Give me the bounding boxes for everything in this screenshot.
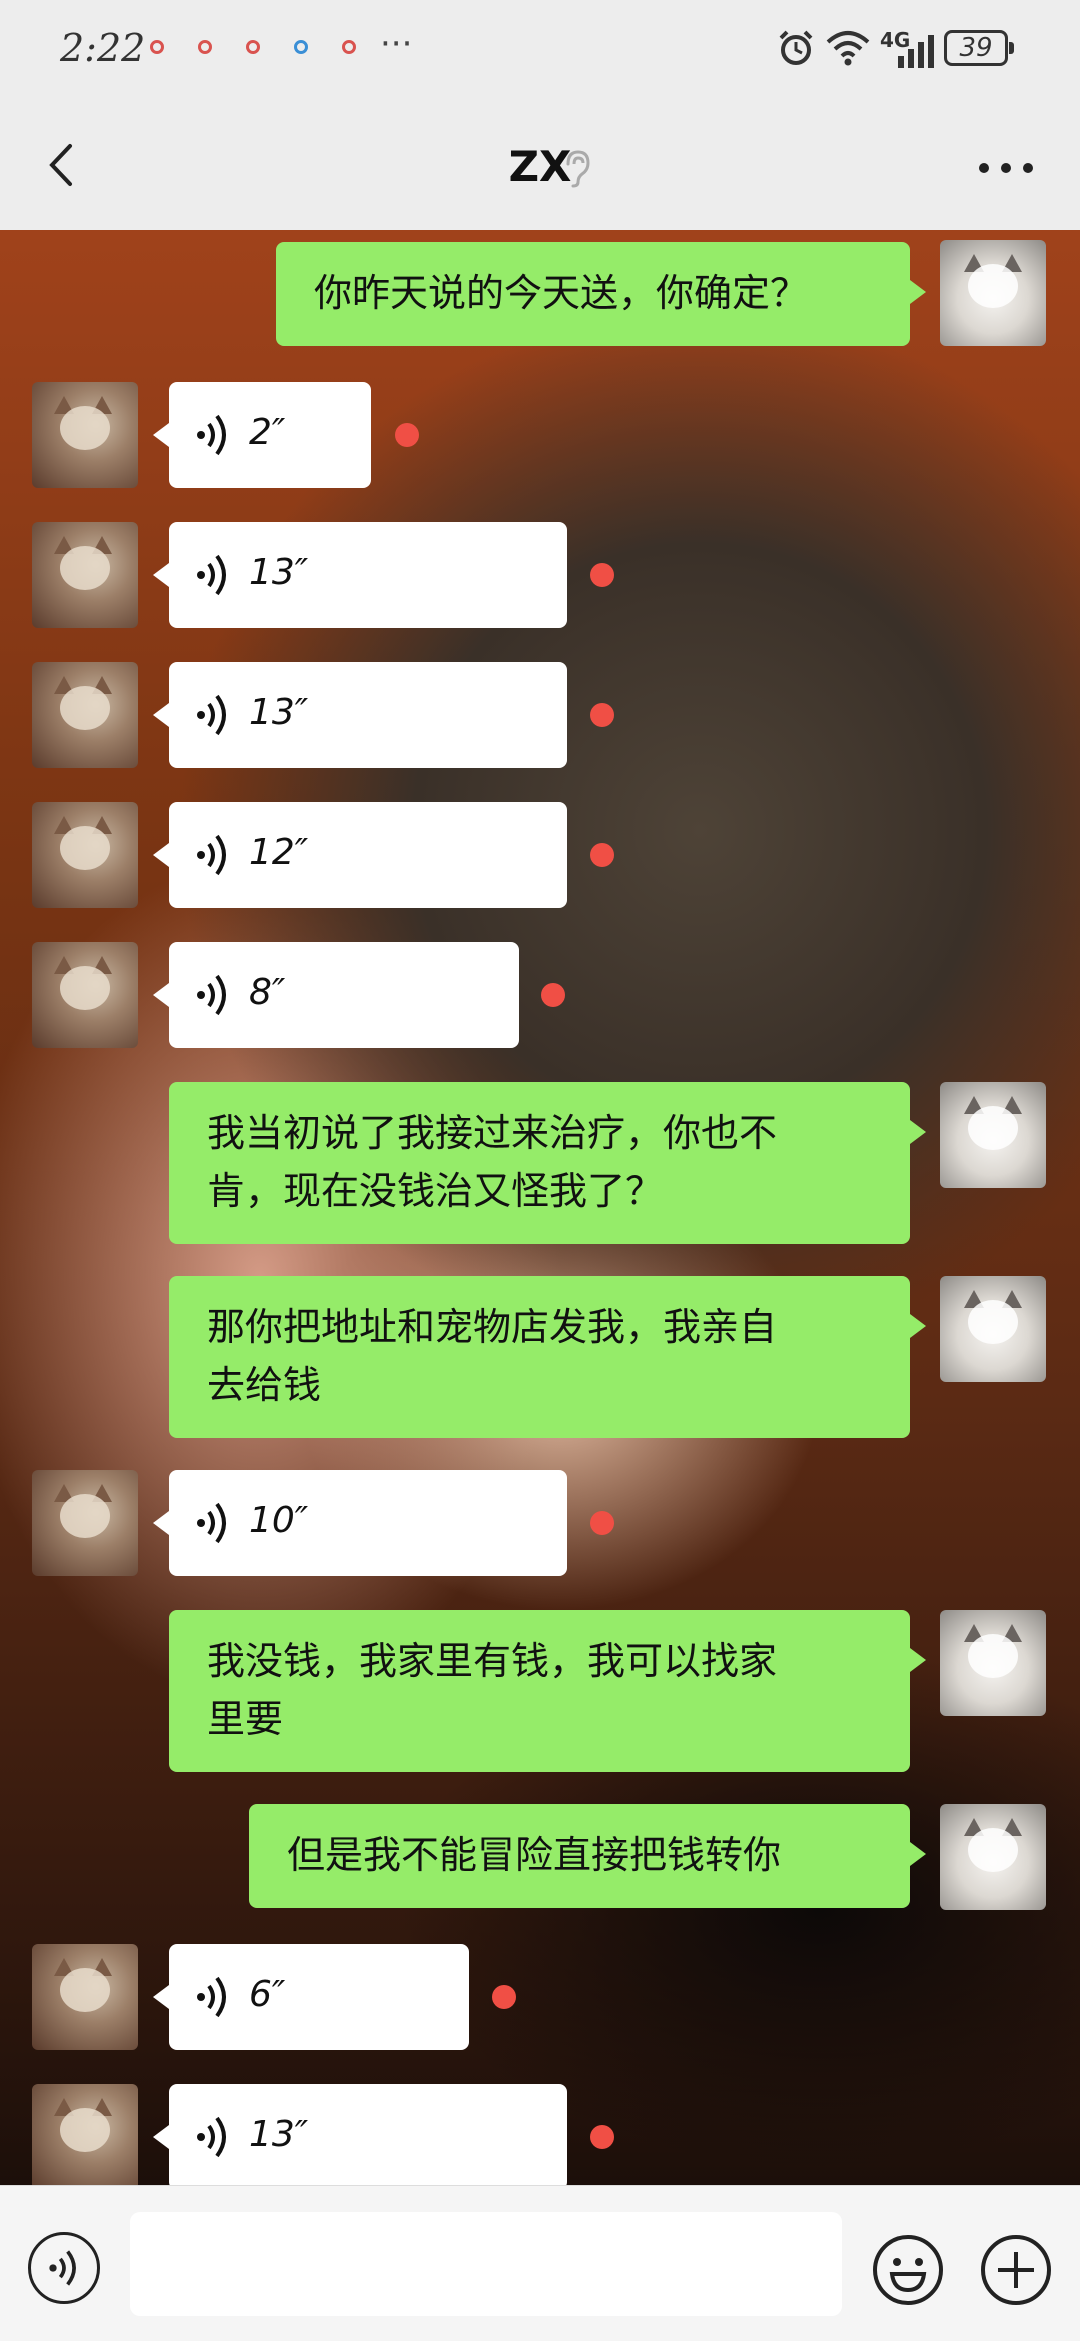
my-text-message[interactable]: 我当初说了我接过来治疗，你也不 肯，现在没钱治又怪我了？ [169,1082,926,1244]
contact-avatar[interactable] [32,802,138,908]
message-input[interactable] [130,2212,842,2316]
voice-wave-icon [197,2116,226,2158]
voice-duration: 6″ [249,1974,286,2015]
unread-dot [590,703,614,727]
voice-duration: 8″ [249,972,286,1013]
wifi-icon [826,31,870,66]
voice-duration: 13″ [249,2114,309,2155]
my-avatar[interactable] [940,1082,1046,1188]
my-text-message[interactable]: 但是我不能冒险直接把钱转你 [249,1804,926,1908]
voice-message[interactable]: 13″ [153,662,567,768]
plus-button[interactable] [978,2232,1054,2308]
voice-wave-icon [197,1502,226,1544]
contact-avatar[interactable] [32,662,138,768]
more-options-button[interactable] [976,158,1036,178]
status-time: 2:22 [60,26,146,70]
message-text-line: 那你把地址和宠物店发我，我亲自 [207,1305,778,1349]
chat-title: ZX [508,142,572,191]
ear-icon [566,150,590,188]
chat-header: ZX [0,100,1080,230]
contact-avatar[interactable] [32,942,138,1048]
voice-message[interactable]: 13″ [153,2084,567,2185]
my-avatar[interactable] [940,1276,1046,1382]
unread-dot [541,983,565,1007]
message-text-line: 肯，现在没钱治又怪我了？ [207,1169,664,1213]
my-text-message[interactable]: 我没钱，我家里有钱，我可以找家 里要 [169,1610,926,1772]
my-avatar[interactable] [940,240,1046,346]
unread-dot [395,423,419,447]
voice-message[interactable]: 8″ [153,942,519,1048]
contact-avatar[interactable] [32,522,138,628]
input-bar [0,2185,1080,2341]
alarm-icon [779,30,813,65]
notification-icon [198,40,212,54]
voice-wave-icon [197,414,226,456]
voice-message[interactable]: 10″ [153,1470,567,1576]
unread-dot [590,2125,614,2149]
my-avatar[interactable] [940,1804,1046,1910]
more-notifications-indicator: ··· [380,24,413,64]
unread-dot [590,1511,614,1535]
voice-duration: 2″ [249,412,286,453]
voice-wave-icon [197,694,226,736]
message-text: 但是我不能冒险直接把钱转你 [287,1833,782,1877]
battery-indicator: 39 [944,30,1014,66]
message-text-line: 我当初说了我接过来治疗，你也不 [207,1111,778,1155]
voice-message[interactable]: 12″ [153,802,567,908]
notification-icon [150,40,164,54]
voice-wave-icon [197,1976,226,2018]
my-avatar[interactable] [940,1610,1046,1716]
notification-icon [246,40,260,54]
status-bar: 2:22 ··· 4G 39 [0,0,1080,100]
voice-wave-icon [197,554,226,596]
notification-icon [294,40,308,54]
notification-icon [342,40,356,54]
signal-icon [898,35,934,68]
contact-avatar[interactable] [32,382,138,488]
unread-dot [492,1985,516,2009]
voice-duration: 13″ [249,552,309,593]
voice-mode-button[interactable] [28,2232,100,2304]
voice-wave-icon [197,974,226,1016]
message-text-line: 去给钱 [207,1363,322,1407]
contact-avatar[interactable] [32,1470,138,1576]
my-text-message[interactable]: 你昨天说的今天送，你确定？ [276,242,926,346]
emoji-button[interactable] [870,2232,946,2308]
voice-duration: 10″ [249,1500,309,1541]
voice-wave-icon [197,834,226,876]
message-text-line: 里要 [207,1697,284,1741]
unread-dot [590,563,614,587]
voice-message[interactable]: 13″ [153,522,567,628]
unread-dot [590,843,614,867]
message-text-line: 我没钱，我家里有钱，我可以找家 [207,1639,778,1683]
message-text: 你昨天说的今天送，你确定？ [314,271,809,315]
voice-message[interactable]: 2″ [153,382,371,488]
voice-duration: 13″ [249,692,309,733]
voice-message[interactable]: 6″ [153,1944,469,2050]
voice-duration: 12″ [249,832,309,873]
my-text-message[interactable]: 那你把地址和宠物店发我，我亲自 去给钱 [169,1276,926,1438]
chat-message-list[interactable]: 你昨天说的今天送，你确定？ 2″ 13″ 13″ 12″ 8″ 我当初说了我接过… [0,230,1080,2185]
contact-avatar[interactable] [32,1944,138,2050]
contact-avatar[interactable] [32,2084,138,2185]
